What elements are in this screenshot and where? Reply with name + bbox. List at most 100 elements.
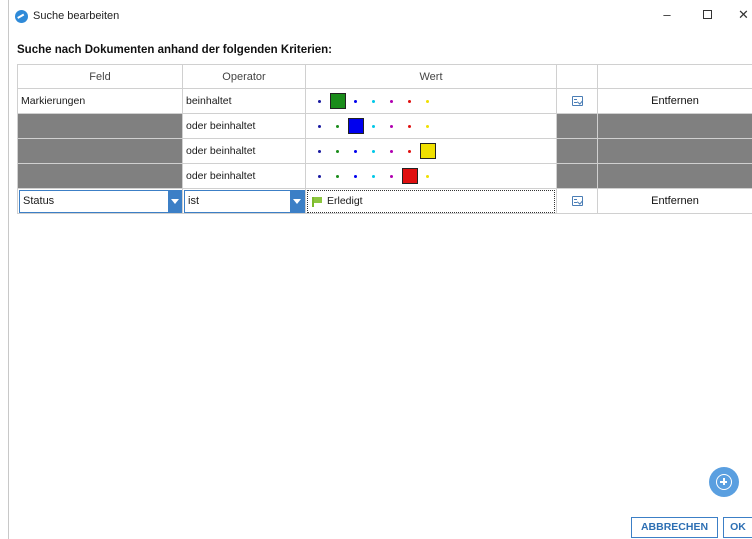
remove-cell-disabled — [598, 164, 752, 189]
marker-option[interactable] — [383, 139, 401, 163]
marker-selected[interactable] — [401, 164, 419, 188]
value-cell — [306, 139, 557, 164]
marker-color-swatch — [372, 100, 375, 103]
marker-option[interactable] — [383, 164, 401, 188]
marker-color-swatch — [330, 93, 346, 109]
marker-option[interactable] — [365, 114, 383, 138]
marker-option[interactable] — [347, 89, 365, 113]
marker-picker — [311, 89, 437, 113]
column-header-wert[interactable]: Wert — [306, 64, 557, 89]
marker-option[interactable] — [401, 139, 419, 163]
marker-color-swatch — [318, 100, 321, 103]
marker-color-swatch — [390, 175, 393, 178]
operator-cell[interactable]: oder beinhaltet — [183, 114, 306, 139]
marker-option[interactable] — [329, 114, 347, 138]
marker-option[interactable] — [311, 114, 329, 138]
marker-option[interactable] — [419, 89, 437, 113]
marker-option[interactable] — [347, 139, 365, 163]
marker-option[interactable] — [329, 139, 347, 163]
marker-option[interactable] — [365, 164, 383, 188]
plus-circle-icon — [716, 474, 732, 490]
marker-color-swatch — [402, 168, 418, 184]
marker-color-swatch — [372, 125, 375, 128]
marker-option[interactable] — [401, 89, 419, 113]
field-label: Markierungen — [21, 95, 86, 107]
column-header-operator[interactable]: Operator — [183, 64, 306, 89]
operator-label: oder beinhaltet — [186, 145, 256, 157]
marker-option[interactable] — [311, 164, 329, 188]
marker-color-swatch — [336, 175, 339, 178]
ok-button[interactable]: OK — [723, 517, 752, 538]
marker-color-swatch — [372, 175, 375, 178]
marker-option[interactable] — [365, 89, 383, 113]
edit-cell[interactable] — [557, 89, 598, 114]
field-select[interactable]: Status — [19, 190, 182, 213]
operator-label: beinhaltet — [186, 95, 232, 107]
marker-option[interactable] — [419, 164, 437, 188]
marker-color-swatch — [372, 150, 375, 153]
dialog-window: Suche bearbeiten – ✕ Suche nach Dokument… — [8, 0, 752, 539]
marker-color-swatch — [420, 143, 436, 159]
value-cell: Erledigt — [306, 189, 557, 214]
value-cell — [306, 164, 557, 189]
marker-color-swatch — [354, 100, 357, 103]
column-header-remove — [598, 64, 752, 89]
cancel-button[interactable]: ABBRECHEN — [631, 517, 718, 538]
marker-color-swatch — [390, 125, 393, 128]
marker-color-swatch — [318, 175, 321, 178]
marker-color-swatch — [318, 150, 321, 153]
field-cell-disabled — [17, 164, 183, 189]
marker-selected[interactable] — [347, 114, 365, 138]
field-cell-disabled — [17, 139, 183, 164]
marker-selected[interactable] — [419, 139, 437, 163]
edit-icon[interactable] — [572, 196, 583, 206]
table-row: oder beinhaltet — [17, 139, 752, 164]
operator-select[interactable]: ist — [184, 190, 305, 213]
marker-option[interactable] — [365, 139, 383, 163]
column-header-feld[interactable]: Feld — [17, 64, 183, 89]
grid-header-row: Feld Operator Wert — [17, 64, 752, 89]
marker-option[interactable] — [311, 139, 329, 163]
remove-button[interactable]: Entfernen — [598, 189, 752, 214]
close-button[interactable]: ✕ — [734, 5, 752, 25]
marker-option[interactable] — [383, 89, 401, 113]
marker-option[interactable] — [329, 164, 347, 188]
marker-color-swatch — [408, 125, 411, 128]
chevron-down-icon[interactable] — [168, 191, 182, 212]
marker-color-swatch — [426, 125, 429, 128]
remove-cell-disabled — [598, 114, 752, 139]
edit-icon[interactable] — [572, 96, 583, 106]
edit-cell-disabled — [557, 139, 598, 164]
marker-selected[interactable] — [329, 89, 347, 113]
value-cell — [306, 89, 557, 114]
title-bar: Suche bearbeiten – ✕ — [9, 0, 752, 30]
marker-option[interactable] — [383, 114, 401, 138]
table-row: Markierungen beinhaltet Entfernen — [17, 89, 752, 114]
operator-cell[interactable]: oder beinhaltet — [183, 164, 306, 189]
operator-cell: ist — [183, 189, 306, 214]
table-row: oder beinhaltet — [17, 164, 752, 189]
flag-icon — [312, 197, 322, 207]
remove-button[interactable]: Entfernen — [598, 89, 752, 114]
marker-picker — [311, 114, 437, 138]
operator-cell[interactable]: oder beinhaltet — [183, 139, 306, 164]
marker-option[interactable] — [419, 114, 437, 138]
add-criterion-button[interactable] — [709, 467, 739, 497]
marker-color-swatch — [348, 118, 364, 134]
operator-cell[interactable]: beinhaltet — [183, 89, 306, 114]
marker-option[interactable] — [401, 114, 419, 138]
maximize-button[interactable] — [692, 5, 722, 25]
app-icon — [15, 10, 28, 23]
marker-option[interactable] — [311, 89, 329, 113]
field-cell[interactable]: Markierungen — [17, 89, 183, 114]
marker-color-swatch — [354, 150, 357, 153]
edit-cell[interactable] — [557, 189, 598, 214]
chevron-down-icon[interactable] — [290, 191, 304, 212]
marker-option[interactable] — [347, 164, 365, 188]
marker-picker — [311, 164, 437, 188]
edit-cell-disabled — [557, 114, 598, 139]
status-value-select[interactable]: Erledigt — [307, 190, 555, 213]
minimize-button[interactable]: – — [652, 5, 682, 25]
criteria-heading: Suche nach Dokumenten anhand der folgend… — [17, 44, 333, 56]
marker-color-swatch — [318, 125, 321, 128]
